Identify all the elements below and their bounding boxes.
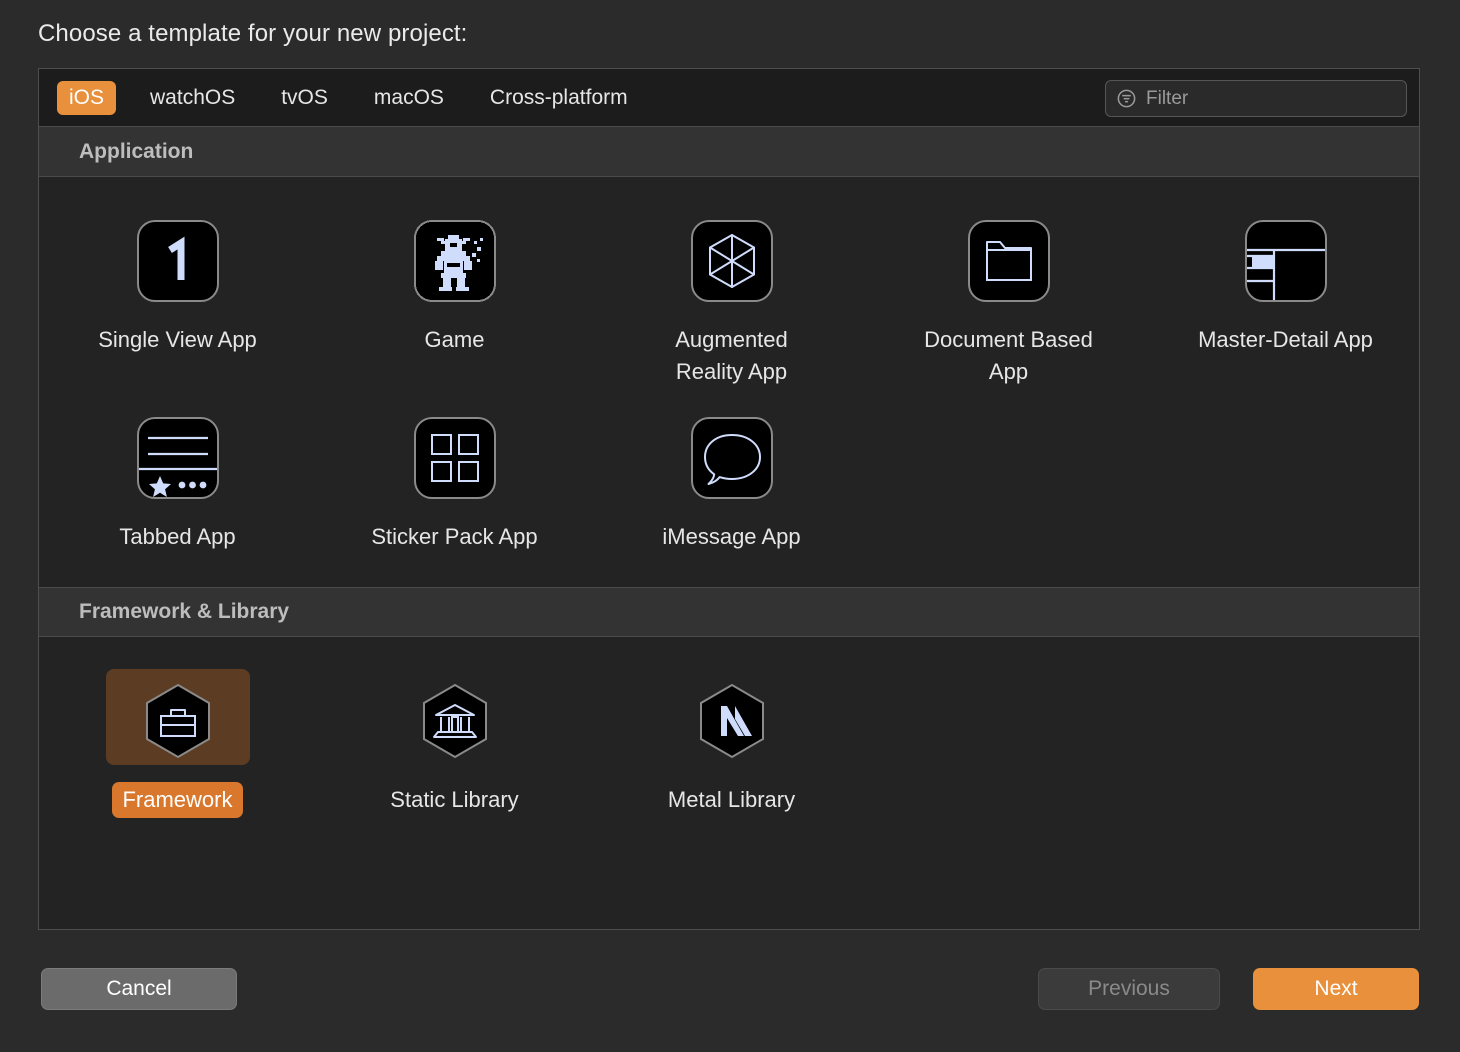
dialog-footer: Cancel Previous Next xyxy=(38,968,1420,1012)
filter-icon xyxy=(1116,88,1137,109)
template-cell-inner xyxy=(106,209,250,305)
platform-tab-bar: iOS watchOS tvOS macOS Cross-platform xyxy=(39,69,1419,127)
template-row: Tabbed App Sticker Pack App iMessage App xyxy=(39,396,1419,561)
toolbox-hexagon-icon xyxy=(134,677,222,765)
grid-four-icon xyxy=(411,414,499,502)
section-header-application: Application xyxy=(39,127,1419,177)
section-body-application: Single View App Game Augmented Reality A… xyxy=(39,177,1419,587)
template-static-library[interactable]: Static Library xyxy=(316,659,593,824)
template-sticker-pack-app[interactable]: Sticker Pack App xyxy=(316,396,593,561)
next-button[interactable]: Next xyxy=(1253,968,1419,1010)
number-one-icon xyxy=(134,217,222,305)
bank-hexagon-icon xyxy=(411,677,499,765)
speech-bubble-icon xyxy=(688,414,776,502)
template-label: Framework xyxy=(112,781,243,818)
template-tabbed-app[interactable]: Tabbed App xyxy=(39,396,316,561)
template-row: Framework Static Library Metal Library xyxy=(39,659,1419,824)
template-label: Tabbed App xyxy=(119,523,236,549)
tab-watchos[interactable]: watchOS xyxy=(138,81,247,115)
template-augmented-reality-app[interactable]: Augmented Reality App xyxy=(593,199,870,396)
page-title: Choose a template for your new project: xyxy=(38,20,468,47)
template-cell-inner xyxy=(1214,209,1358,305)
template-cell-inner xyxy=(937,209,1081,305)
template-cell-inner xyxy=(383,406,527,502)
template-cell-inner xyxy=(660,669,804,765)
tab-ios[interactable]: iOS xyxy=(57,80,117,115)
template-framework[interactable]: Framework xyxy=(39,659,316,824)
template-empty-slot xyxy=(870,659,1147,824)
template-label: Sticker Pack App xyxy=(371,523,538,549)
template-label: Static Library xyxy=(390,786,519,812)
robot-icon xyxy=(411,217,499,305)
filter-field[interactable] xyxy=(1105,80,1407,117)
folder-icon xyxy=(965,217,1053,305)
section-header-framework-library: Framework & Library xyxy=(39,586,1419,637)
template-empty-slot xyxy=(870,396,1147,561)
split-view-icon xyxy=(1242,217,1330,305)
section-body-framework-library: Framework Static Library Metal Library xyxy=(39,636,1419,929)
template-label: Game xyxy=(424,327,485,352)
tab-bar-icon xyxy=(134,414,222,502)
template-cell-inner xyxy=(660,209,804,305)
template-cell-inner xyxy=(383,669,527,765)
template-label: Metal Library xyxy=(667,786,796,812)
section-title: Application xyxy=(79,139,194,163)
tab-tvos[interactable]: tvOS xyxy=(269,81,340,115)
metal-m-hexagon-icon xyxy=(688,677,776,765)
template-cell-inner xyxy=(105,668,250,765)
previous-button[interactable]: Previous xyxy=(1038,968,1220,1010)
tab-macos[interactable]: macOS xyxy=(362,81,456,115)
section-title: Framework & Library xyxy=(79,599,290,623)
template-label: iMessage App xyxy=(662,523,801,549)
template-single-view-app[interactable]: Single View App xyxy=(39,199,316,396)
filter-input[interactable] xyxy=(1146,87,1396,110)
template-master-detail-app[interactable]: Master-Detail App xyxy=(1147,199,1419,396)
template-label: Single View App xyxy=(98,327,257,352)
cube-hexagon-icon xyxy=(688,217,776,305)
template-cell-inner xyxy=(106,406,250,502)
template-cell-inner xyxy=(383,209,527,305)
template-chooser-panel: iOS watchOS tvOS macOS Cross-platform Ap… xyxy=(38,68,1420,930)
template-row: Single View App Game Augmented Reality A… xyxy=(39,199,1419,396)
template-label: Augmented Reality App xyxy=(675,327,788,384)
template-empty-slot xyxy=(1147,659,1419,824)
template-game[interactable]: Game xyxy=(316,199,593,396)
template-label: Document Based App xyxy=(924,327,1093,384)
template-label: Master-Detail App xyxy=(1198,327,1373,352)
template-document-based-app[interactable]: Document Based App xyxy=(870,199,1147,396)
template-metal-library[interactable]: Metal Library xyxy=(593,659,870,824)
template-empty-slot xyxy=(1147,396,1419,561)
tab-cross-platform[interactable]: Cross-platform xyxy=(478,81,640,115)
template-cell-inner xyxy=(660,406,804,502)
cancel-button[interactable]: Cancel xyxy=(41,968,237,1010)
template-imessage-app[interactable]: iMessage App xyxy=(593,396,870,561)
